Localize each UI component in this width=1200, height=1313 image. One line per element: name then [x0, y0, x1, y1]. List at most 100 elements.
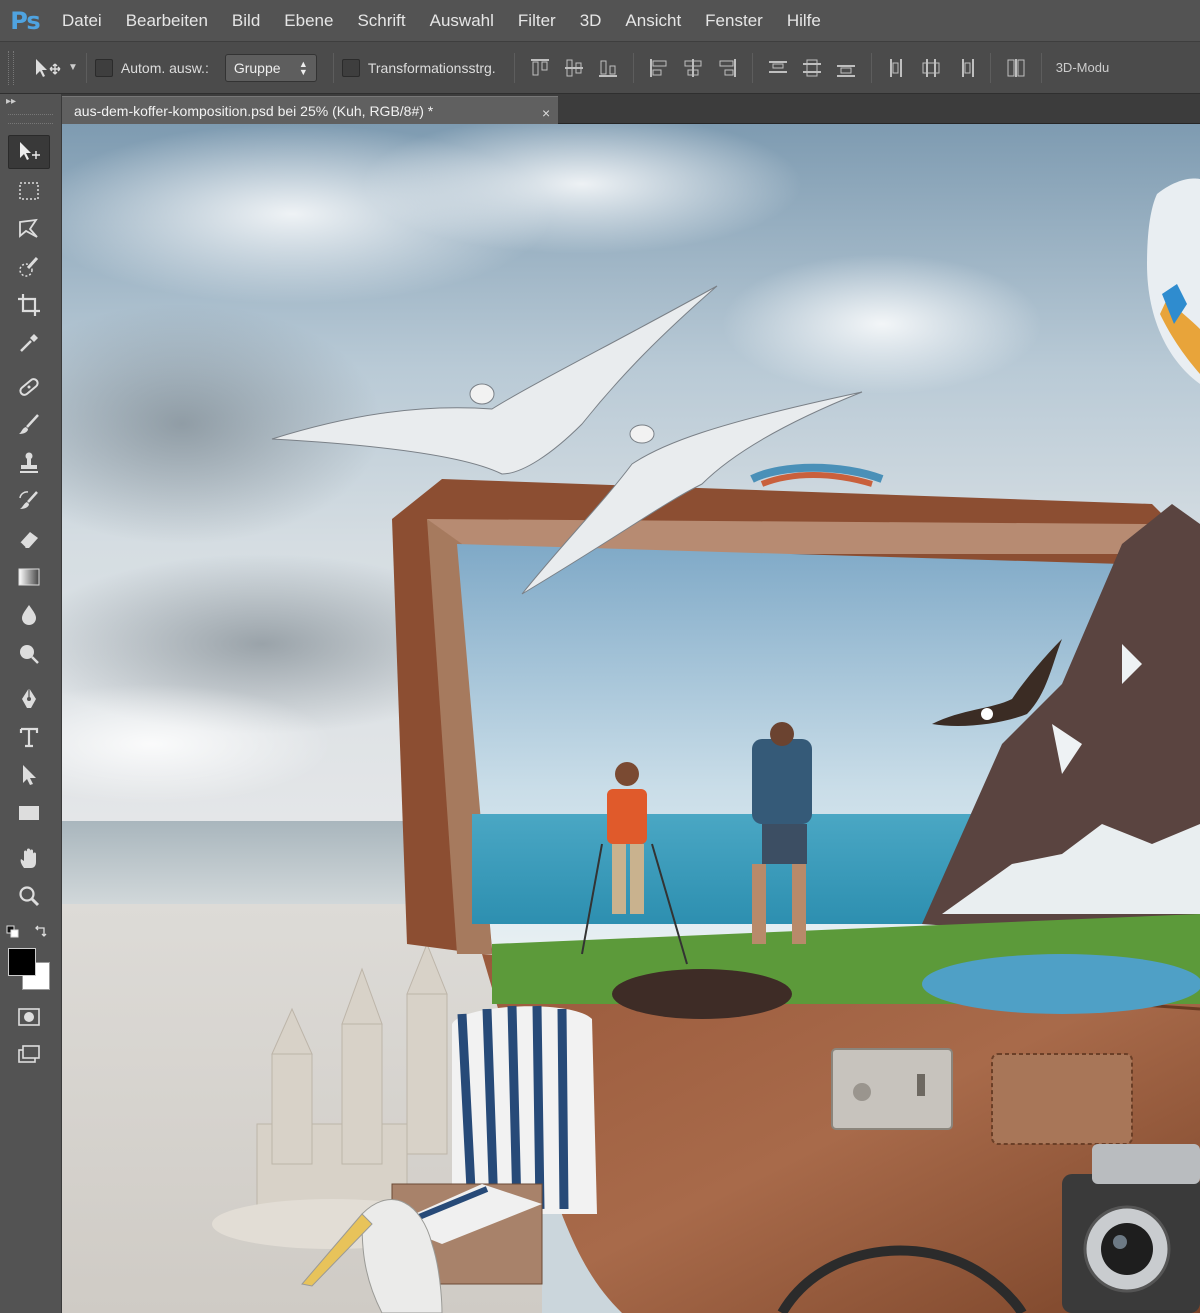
3d-mode-label[interactable]: 3D-Modu: [1056, 60, 1109, 75]
distribute-right-icon[interactable]: [954, 57, 976, 79]
type-icon: [19, 727, 39, 748]
gradient-tool[interactable]: [8, 560, 50, 594]
align-hcenter-icon[interactable]: [682, 57, 704, 79]
transform-controls-label: Transformationsstrg.: [367, 59, 496, 76]
menu-filter[interactable]: Filter: [506, 0, 568, 42]
document-tab-bar: aus-dem-koffer-komposition.psd bei 25% (…: [62, 94, 1200, 124]
distribute-hcenter-icon[interactable]: [920, 57, 942, 79]
align-right-icon[interactable]: [716, 57, 738, 79]
quick-select-icon: [19, 256, 39, 277]
menu-bearbeiten[interactable]: Bearbeiten: [114, 0, 220, 42]
menu-auswahl[interactable]: Auswahl: [418, 0, 506, 42]
gradient-icon: [18, 568, 40, 586]
composition-artwork: [62, 124, 1200, 1313]
document-tab[interactable]: aus-dem-koffer-komposition.psd bei 25% (…: [62, 96, 558, 124]
chevron-down-icon: ▼: [68, 62, 78, 73]
crop-tool[interactable]: [8, 288, 50, 322]
quick-select-tool[interactable]: [8, 250, 50, 284]
blur-tool[interactable]: [8, 598, 50, 632]
stamp-icon: [20, 452, 38, 473]
divider: [751, 52, 753, 83]
menu-ansicht[interactable]: Ansicht: [613, 0, 693, 42]
default-colors-icon[interactable]: [6, 925, 20, 939]
stamp-tool[interactable]: [8, 446, 50, 480]
brush-tool[interactable]: [8, 408, 50, 442]
path-select-tool[interactable]: [8, 758, 50, 792]
close-icon[interactable]: ×: [542, 105, 550, 121]
tool-preset-picker[interactable]: ▼: [32, 57, 78, 79]
toolbox-collapse[interactable]: ▸▸: [0, 94, 61, 114]
menu-hilfe[interactable]: Hilfe: [775, 0, 833, 42]
menu-bild[interactable]: Bild: [220, 0, 272, 42]
eraser-tool[interactable]: [8, 522, 50, 556]
move-icon: [36, 58, 61, 77]
zoom-icon: [19, 886, 40, 907]
menu-ebene[interactable]: Ebene: [272, 0, 345, 42]
menu-datei[interactable]: Datei: [50, 0, 114, 42]
distribute-vcenter-icon[interactable]: [801, 57, 823, 79]
auto-select-dropdown[interactable]: Gruppe ▲ ▼: [224, 53, 317, 82]
eraser-icon: [19, 532, 38, 549]
menu-3d[interactable]: 3D: [568, 0, 614, 42]
shape-tool[interactable]: [8, 796, 50, 830]
auto-select-checkbox[interactable]: [94, 58, 113, 77]
healing-icon: [19, 378, 39, 396]
type-tool[interactable]: [8, 720, 50, 754]
transform-controls-checkbox[interactable]: [341, 58, 360, 77]
auto-align-icon[interactable]: [1005, 57, 1027, 79]
dodge-icon: [20, 645, 39, 664]
document-canvas[interactable]: [62, 124, 1200, 1313]
align-left-icon[interactable]: [648, 57, 670, 79]
healing-tool[interactable]: [8, 370, 50, 404]
foreground-color-swatch[interactable]: [8, 948, 36, 976]
quick-mask-button[interactable]: [8, 1000, 50, 1034]
pen-icon: [22, 688, 36, 708]
lasso-icon: [19, 218, 38, 238]
dodge-tool[interactable]: [8, 636, 50, 670]
options-grip[interactable]: [8, 50, 14, 85]
divider: [632, 52, 634, 83]
screen-mode-button[interactable]: [8, 1038, 50, 1072]
document-title: aus-dem-koffer-komposition.psd bei 25% (…: [74, 102, 434, 119]
menu-fenster[interactable]: Fenster: [693, 0, 775, 42]
history-brush-icon: [19, 491, 38, 509]
divider: [513, 52, 515, 83]
hand-icon: [20, 848, 36, 868]
align-vcenter-icon[interactable]: [563, 57, 585, 79]
move-tool[interactable]: [8, 135, 50, 169]
distribute-top-icon[interactable]: [767, 57, 789, 79]
align-bottom-icon[interactable]: [597, 57, 619, 79]
zoom-tool[interactable]: [8, 880, 50, 914]
toolbox-grip[interactable]: [8, 114, 53, 124]
lasso-tool[interactable]: [8, 212, 50, 246]
divider: [332, 52, 334, 83]
auto-select-label: Autom. ausw.:: [120, 59, 209, 76]
eyedropper-icon: [20, 334, 38, 352]
distribute-left-icon[interactable]: [886, 57, 908, 79]
swap-colors-icon[interactable]: [34, 924, 48, 938]
divider: [989, 52, 991, 83]
brush-icon: [19, 414, 39, 434]
history-brush-tool[interactable]: [8, 484, 50, 518]
auto-select-value: Gruppe: [233, 59, 281, 76]
distribute-bottom-icon[interactable]: [835, 57, 857, 79]
photoshop-window: Ps Datei Bearbeiten Bild Ebene Schrift A…: [0, 0, 1200, 1313]
pen-tool[interactable]: [8, 682, 50, 716]
shape-icon: [19, 806, 39, 820]
path-select-icon: [23, 765, 36, 785]
ps-logo: Ps: [10, 6, 40, 35]
options-bar: ▼ Autom. ausw.: Gruppe ▲ ▼ Transformation…: [0, 42, 1200, 94]
hand-tool[interactable]: [8, 842, 50, 876]
divider: [1040, 52, 1042, 83]
divider: [870, 52, 872, 83]
menu-schrift[interactable]: Schrift: [345, 0, 417, 42]
eyedropper-tool[interactable]: [8, 326, 50, 360]
menu-bar: Ps Datei Bearbeiten Bild Ebene Schrift A…: [0, 0, 1200, 42]
align-top-icon[interactable]: [529, 57, 551, 79]
marquee-tool[interactable]: [8, 174, 50, 208]
move-icon: [20, 142, 40, 160]
crop-icon: [18, 294, 40, 316]
updown-icon: ▲ ▼: [298, 58, 308, 77]
rect-marquee-icon: [19, 182, 39, 200]
screen-mode-icon: [18, 1045, 40, 1063]
